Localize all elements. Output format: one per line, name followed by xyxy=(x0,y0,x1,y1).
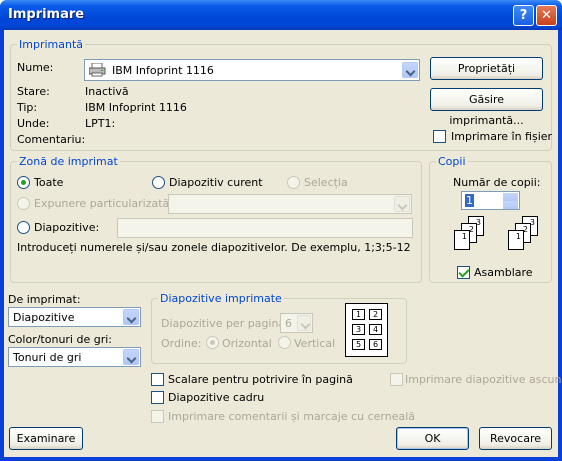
print-to-file-label: Imprimare în fișier xyxy=(451,130,553,143)
spin-down-icon[interactable] xyxy=(503,201,518,209)
print-what-label: De imprimat: xyxy=(8,293,81,306)
scale-to-fit-label: Scalare pentru potrivire în pagină xyxy=(168,373,353,386)
per-page-select[interactable]: 6 xyxy=(280,313,313,333)
print-range-group-label: Zonă de imprimat xyxy=(17,155,120,168)
ok-button[interactable]: OK xyxy=(396,427,469,450)
order-horizontal-radio[interactable] xyxy=(206,336,219,349)
close-button[interactable]: ✕ xyxy=(536,5,557,26)
range-selection-label: Selecția xyxy=(304,176,348,189)
properties-button[interactable]: Proprietăți xyxy=(430,57,543,80)
range-custom-show-radio[interactable] xyxy=(17,197,30,210)
collate-icon: 3 2 1 3 2 1 xyxy=(444,216,539,261)
dialog-body: Imprimantă Nume: IBM Infoprint 1116 Star… xyxy=(4,30,562,457)
comment-label: Comentariu: xyxy=(17,133,86,146)
print-to-file-checkbox[interactable] xyxy=(433,130,446,143)
copies-group-label: Copii xyxy=(436,155,468,168)
collate-label: Asamblare xyxy=(474,266,533,279)
chevron-down-icon[interactable] xyxy=(394,196,410,212)
print-comments-checkbox[interactable] xyxy=(151,410,164,423)
printer-name-value: IBM Infoprint 1116 xyxy=(112,64,214,77)
copies-count-label: Număr de copii: xyxy=(453,176,541,189)
help-button[interactable]: ? xyxy=(513,5,534,26)
handouts-group-label: Diapozitive imprimate xyxy=(158,292,284,305)
find-printer-button[interactable]: Găsire imprimantă... xyxy=(430,88,543,127)
type-label: Tip: xyxy=(17,101,38,114)
range-custom-show-label: Expunere particularizată: xyxy=(34,197,173,210)
printer-name-select[interactable]: IBM Infoprint 1116 xyxy=(84,59,420,81)
title-bar[interactable]: Imprimare ? ✕ xyxy=(0,0,562,30)
handout-layout-preview: 1 2 3 4 5 6 xyxy=(345,303,388,357)
print-what-value: Diapozitive xyxy=(13,311,75,324)
spin-up-icon[interactable] xyxy=(503,193,518,201)
print-dialog: Imprimare ? ✕ Imprimantă Nume: IBM Infop… xyxy=(0,0,562,461)
color-value: Tonuri de gri xyxy=(13,351,82,364)
print-what-select[interactable]: Diapozitive xyxy=(8,307,141,327)
copies-count-value: 1 xyxy=(465,194,474,207)
preview-button[interactable]: Examinare xyxy=(9,427,83,450)
printer-name-label: Nume: xyxy=(17,61,54,74)
order-vertical-radio[interactable] xyxy=(278,336,291,349)
range-all-radio[interactable] xyxy=(17,176,30,189)
range-all-label: Toate xyxy=(34,176,64,189)
collate-checkbox[interactable] xyxy=(457,266,470,279)
range-selection-radio[interactable] xyxy=(287,176,300,189)
copies-count-input[interactable]: 1 xyxy=(461,191,520,210)
scale-to-fit-checkbox[interactable] xyxy=(151,373,164,386)
preview-cell: 3 xyxy=(352,324,365,335)
printer-group-label: Imprimantă xyxy=(17,38,86,51)
custom-show-select[interactable] xyxy=(168,194,412,214)
chevron-down-icon[interactable] xyxy=(402,62,418,78)
window-title: Imprimare xyxy=(8,7,85,22)
preview-cell: 6 xyxy=(369,339,382,350)
chevron-down-icon[interactable] xyxy=(123,309,139,325)
where-value: LPT1: xyxy=(85,117,116,130)
preview-cell: 1 xyxy=(352,309,365,320)
range-current-label: Diapozitiv curent xyxy=(169,176,263,189)
order-vertical-label: Vertical xyxy=(294,337,336,350)
range-hint: Introduceți numerele și/sau zonele diapo… xyxy=(17,241,411,254)
where-label: Unde: xyxy=(17,117,50,130)
color-label: Color/tonuri de gri: xyxy=(8,333,113,346)
print-comments-label: Imprimare comentarii și marcaje cu cerne… xyxy=(168,410,416,423)
frame-slides-label: Diapozitive cadru xyxy=(168,391,265,404)
chevron-down-icon[interactable] xyxy=(297,315,311,331)
preview-cell: 4 xyxy=(369,324,382,335)
order-horizontal-label: Orizontal xyxy=(222,337,272,350)
range-slides-radio[interactable] xyxy=(17,221,30,234)
preview-cell: 2 xyxy=(369,309,382,320)
print-hidden-checkbox[interactable] xyxy=(390,373,403,386)
cancel-button[interactable]: Revocare xyxy=(479,427,552,450)
slides-range-input[interactable] xyxy=(117,218,413,238)
print-hidden-label: Imprimare diapozitive ascunse xyxy=(405,373,562,386)
printer-icon xyxy=(88,62,106,77)
frame-slides-checkbox[interactable] xyxy=(151,391,164,404)
status-label: Stare: xyxy=(17,85,50,98)
range-slides-label: Diapozitive: xyxy=(34,221,100,234)
order-label: Ordine: xyxy=(161,337,202,350)
range-current-radio[interactable] xyxy=(152,176,165,189)
per-page-value: 6 xyxy=(285,317,292,330)
type-value: IBM Infoprint 1116 xyxy=(85,101,187,114)
per-page-label: Diapozitive per pagină: xyxy=(161,317,289,330)
color-select[interactable]: Tonuri de gri xyxy=(8,347,141,367)
status-value: Inactivă xyxy=(85,85,129,98)
chevron-down-icon[interactable] xyxy=(123,349,139,365)
preview-cell: 5 xyxy=(352,339,365,350)
